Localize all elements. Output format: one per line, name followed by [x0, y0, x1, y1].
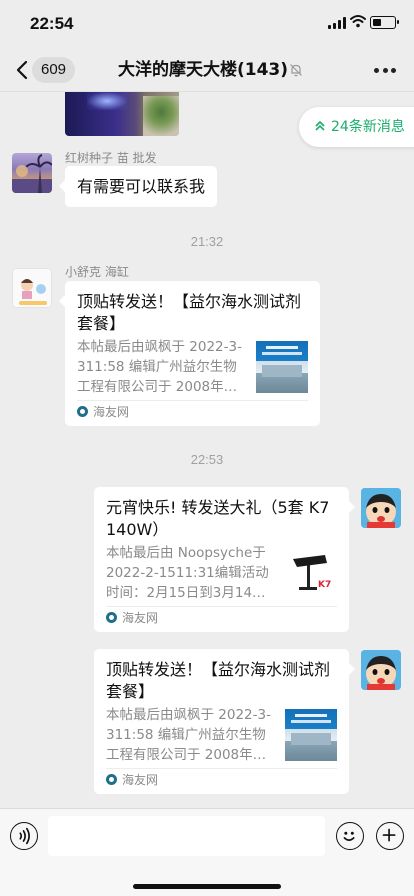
timestamp: 21:32	[190, 234, 224, 249]
more-dots-icon[interactable]	[374, 68, 396, 74]
chat-header: 609 大洋的摩天大楼(143)	[0, 48, 414, 92]
double-chevron-up-icon	[315, 120, 325, 131]
card-source-label: 海友网	[93, 405, 130, 419]
card-title: 顶贴转发送！【益尔海水测试剂套餐】	[77, 292, 302, 333]
input-bar	[0, 808, 414, 896]
sender-name: 红树种子 苗 批发	[65, 151, 157, 165]
card-description: 本帖最后由飒枫于 2022-3-311:58 编辑广州益尔生物工程有限公司于 2…	[77, 339, 242, 395]
wifi-icon	[350, 15, 366, 28]
avatar[interactable]	[12, 268, 52, 308]
card-source: 海友网	[77, 404, 129, 420]
new-messages-button[interactable]: 24条新消息	[299, 107, 414, 147]
card-divider	[106, 768, 337, 769]
emoji-icon[interactable]	[336, 822, 364, 850]
message-input[interactable]	[48, 816, 325, 856]
plus-icon[interactable]	[376, 822, 404, 850]
card-description: 本帖最后由飒枫于 2022-3-311:58 编辑广州益尔生物工程有限公司于 2…	[106, 707, 271, 763]
back-chevron-icon[interactable]	[12, 58, 34, 82]
card-thumbnail: K7	[285, 547, 337, 599]
chat-title[interactable]: 大洋的摩天大楼(143)	[118, 48, 288, 92]
card-thumbnail	[256, 341, 308, 393]
card-title: 元宵快乐! 转发送大礼（5套 K7 140W）	[106, 498, 330, 539]
cellular-signal-icon	[328, 17, 346, 29]
sender-name: 小舒克 海缸	[65, 265, 129, 279]
card-source: 海友网	[106, 772, 158, 788]
home-indicator	[133, 884, 281, 889]
source-logo-icon	[106, 612, 117, 623]
avatar[interactable]	[12, 153, 52, 193]
new-messages-label: 24条新消息	[331, 119, 405, 135]
card-title: 顶贴转发送！【益尔海水测试剂套餐】	[106, 660, 331, 701]
card-divider	[77, 400, 308, 401]
card-source-label: 海友网	[122, 773, 159, 787]
card-divider	[106, 606, 337, 607]
card-thumbnail	[285, 709, 337, 761]
image-message[interactable]	[65, 92, 179, 136]
battery-level	[372, 18, 381, 26]
status-bar: 22:54	[0, 0, 414, 48]
link-card-message[interactable]: 顶贴转发送！【益尔海水测试剂套餐】 本帖最后由飒枫于 2022-3-311:58…	[59, 281, 320, 426]
svg-text:K7: K7	[318, 580, 331, 590]
avatar[interactable]	[361, 650, 401, 690]
mute-bell-icon	[290, 64, 302, 77]
avatar[interactable]	[361, 488, 401, 528]
timestamp: 22:53	[190, 452, 224, 467]
voice-icon[interactable]	[10, 822, 38, 850]
status-time: 22:54	[30, 14, 74, 33]
card-source-label: 海友网	[122, 611, 159, 625]
source-logo-icon	[77, 406, 88, 417]
source-logo-icon	[106, 774, 117, 785]
unread-count-badge[interactable]: 609	[32, 57, 76, 83]
message-text: 有需要可以联系我	[77, 177, 206, 196]
link-card-message[interactable]: 顶贴转发送！【益尔海水测试剂套餐】 本帖最后由飒枫于 2022-3-311:58…	[94, 649, 355, 794]
card-description: 本帖最后由 Noopsyche于 2022-2-1511:31编辑活动时间：2月…	[106, 545, 269, 601]
battery-icon	[370, 16, 399, 29]
card-source: 海友网	[106, 610, 158, 626]
link-card-message[interactable]: 元宵快乐! 转发送大礼（5套 K7 140W） 本帖最后由 Noopsyche于…	[94, 487, 355, 632]
text-message-bubble[interactable]: 有需要可以联系我	[58, 166, 218, 207]
